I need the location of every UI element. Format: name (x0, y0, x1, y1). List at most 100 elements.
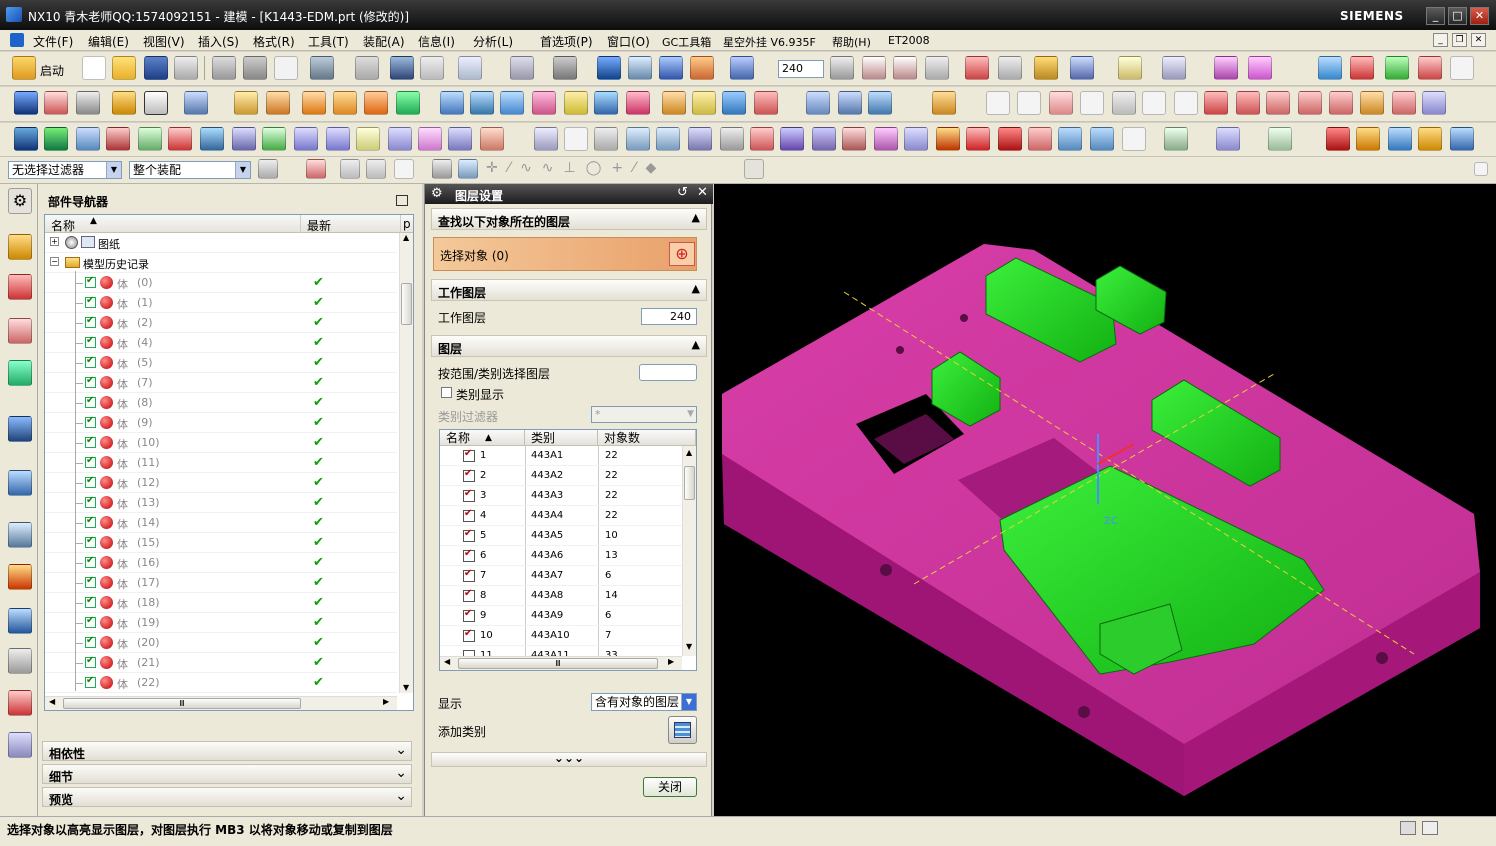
trim-body-icon[interactable] (333, 91, 357, 115)
extrude-icon[interactable] (14, 91, 38, 115)
part-navigator-icon[interactable] (8, 318, 32, 344)
select-face-icon[interactable] (366, 159, 386, 179)
plugin-14-icon[interactable] (418, 127, 442, 151)
manufacturing-wizard-icon[interactable] (8, 648, 32, 674)
scroll-right-icon[interactable]: ▶ (383, 697, 389, 706)
col-category-header[interactable]: 类别 (525, 430, 598, 446)
find-section-header[interactable]: 查找以下对象所在的图层 ▲ (431, 208, 707, 230)
close-dialog-button[interactable]: 关闭 (643, 777, 697, 797)
scroll-thumb[interactable] (684, 466, 695, 500)
move-layer-icon[interactable] (862, 56, 886, 80)
mdi-restore-button[interactable]: ❐ (1452, 33, 1467, 47)
table-row[interactable]: 体 (0) ✔ (45, 273, 397, 293)
part-icon[interactable] (1350, 56, 1374, 80)
open-icon[interactable] (112, 56, 136, 80)
snap-point-icons[interactable]: ✛⁄∿∿⊥◯+⁄◆ (486, 160, 666, 176)
window-icon[interactable] (420, 56, 444, 80)
layer-visible-checkbox[interactable] (463, 528, 475, 542)
body-visibility-checkbox[interactable] (85, 635, 96, 648)
unite-icon[interactable] (364, 91, 388, 115)
helix-icon[interactable] (1204, 91, 1228, 115)
more-options-toggle[interactable]: ⌄⌄⌄ (431, 752, 707, 767)
plugin-8-icon[interactable] (232, 127, 256, 151)
navigator-close-icon[interactable] (396, 195, 408, 206)
menu-et2008[interactable]: ET2008 (888, 34, 930, 47)
assembly-navigator-icon[interactable] (8, 234, 32, 260)
history-icon[interactable] (8, 522, 32, 548)
plugin-42-icon[interactable] (1388, 127, 1412, 151)
draft-icon[interactable] (266, 91, 290, 115)
table-row[interactable]: 体 (20) ✔ (45, 633, 397, 653)
minimize-button[interactable]: _ (1426, 7, 1445, 25)
dialog-close-icon[interactable]: ✕ (697, 185, 708, 200)
plugin-7-icon[interactable] (200, 127, 224, 151)
table-row[interactable]: 体 (11) ✔ (45, 453, 397, 473)
intersect-curve-icon[interactable] (1360, 91, 1384, 115)
filter-reset-icon[interactable] (258, 159, 278, 179)
layer-visible-checkbox[interactable] (463, 628, 475, 642)
layer-section-header[interactable]: 图层 ▲ (431, 335, 707, 357)
scroll-thumb-h[interactable]: Ⅲ (63, 698, 301, 709)
scroll-thumb[interactable] (401, 283, 412, 325)
snap-point-icon[interactable] (432, 159, 452, 179)
bridge-curve-icon[interactable] (1298, 91, 1322, 115)
plugin-23-icon[interactable] (720, 127, 744, 151)
body-visibility-checkbox[interactable] (85, 275, 96, 288)
body-visibility-checkbox[interactable] (85, 515, 96, 528)
crosshair-icon[interactable]: ⊕ (669, 242, 695, 266)
redo-icon[interactable] (355, 56, 379, 80)
dialog-reset-icon[interactable]: ↺ (677, 185, 688, 200)
display-select[interactable]: 含有对象的图层 ▼ (591, 693, 697, 711)
chamfer-icon[interactable] (184, 91, 208, 115)
plugin-35-icon[interactable] (1090, 127, 1114, 151)
plugin-2-icon[interactable] (44, 127, 68, 151)
edge-blend-icon[interactable] (144, 91, 168, 115)
type-filter-select[interactable]: 无选择过滤器 ▼ (8, 161, 122, 179)
col-name-header[interactable]: 名称 (51, 217, 75, 234)
paste-icon[interactable] (243, 56, 267, 80)
mirror-icon[interactable] (470, 91, 494, 115)
scroll-down-icon[interactable]: ▼ (686, 642, 692, 651)
layer-table-hscrollbar[interactable]: ◀ Ⅲ ▶ (440, 656, 682, 670)
general-selection-icon[interactable] (306, 159, 326, 179)
start-label[interactable]: 启动 (40, 62, 64, 79)
pattern-icon[interactable] (440, 91, 464, 115)
plugin-32-icon[interactable] (998, 127, 1022, 151)
sew-icon[interactable] (564, 91, 588, 115)
curve-mesh-icon[interactable] (806, 91, 830, 115)
plugin-1-icon[interactable] (14, 127, 38, 151)
menu-edit[interactable]: 编辑(E) (88, 33, 129, 50)
body-visibility-checkbox[interactable] (85, 655, 96, 668)
web-browser-icon[interactable] (8, 470, 32, 496)
system-scenes-icon[interactable] (8, 732, 32, 758)
plugin-24-icon[interactable] (750, 127, 774, 151)
table-row[interactable]: 1 443A1 22 (440, 446, 682, 466)
plugin-16-icon[interactable] (480, 127, 504, 151)
layer-visible-checkbox[interactable] (463, 448, 475, 462)
close-part-icon[interactable] (1450, 56, 1474, 80)
system-materials-icon[interactable] (8, 564, 32, 590)
rect-select-icon[interactable] (394, 159, 414, 179)
plugin-3-icon[interactable] (76, 127, 100, 151)
tape-icon[interactable] (1248, 56, 1272, 80)
join-curve-icon[interactable] (1329, 91, 1353, 115)
table-row[interactable]: 体 (13) ✔ (45, 493, 397, 513)
menu-info[interactable]: 信息(I) (418, 33, 455, 50)
plugin-39-icon[interactable] (1268, 127, 1292, 151)
graphics-viewport[interactable]: ZC (714, 184, 1496, 816)
plugin-19-icon[interactable] (594, 127, 618, 151)
category-filter-input[interactable]: * ▼ (591, 406, 697, 423)
menu-window[interactable]: 窗口(O) (607, 33, 650, 50)
plugin-15-icon[interactable] (448, 127, 472, 151)
plugin-4-icon[interactable] (106, 127, 130, 151)
app-menu-icon[interactable] (10, 33, 24, 47)
move-face-icon[interactable] (662, 91, 686, 115)
gear-icon[interactable]: ⚙ (8, 188, 32, 214)
plugin-29-icon[interactable] (904, 127, 928, 151)
layer-visible-checkbox[interactable] (463, 468, 475, 482)
menu-analysis[interactable]: 分析(L) (473, 33, 513, 50)
command-finder-icon[interactable] (390, 56, 414, 80)
process-studio-icon[interactable] (8, 608, 32, 634)
start-icon[interactable] (12, 56, 36, 80)
revolve-icon[interactable] (44, 91, 68, 115)
